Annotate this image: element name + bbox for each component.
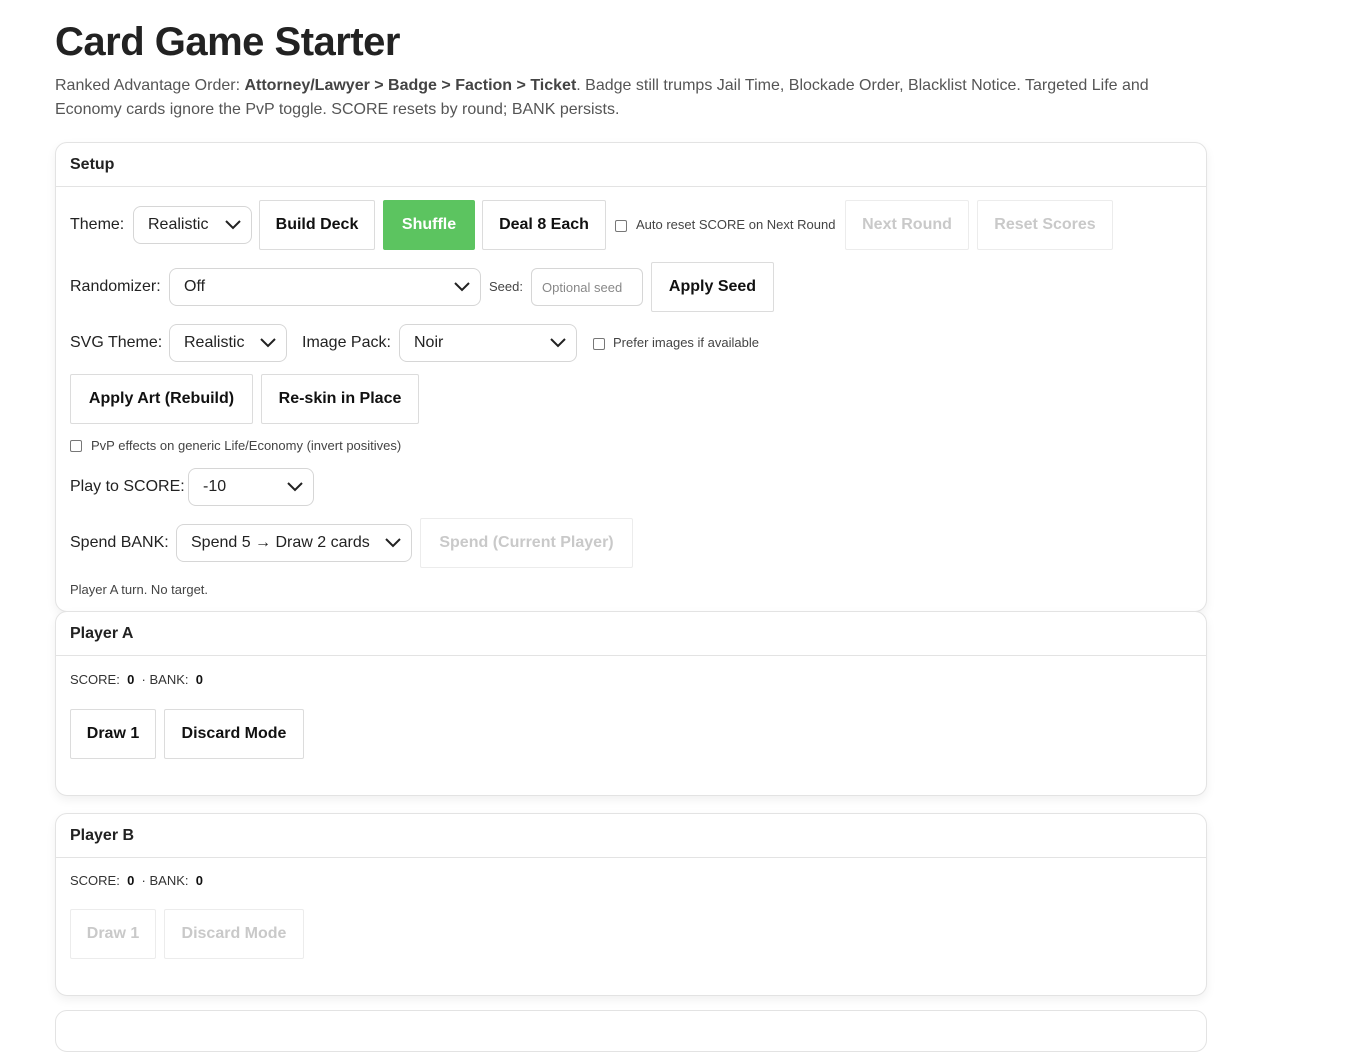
randomizer-label: Randomizer: — [70, 278, 161, 295]
image-pack-label: Image Pack: — [302, 334, 391, 351]
player-b-panel: Player B SCORE: 0 · BANK: 0 Draw 1 Disca… — [55, 813, 1207, 996]
bank-value: 0 — [195, 672, 203, 687]
build-deck-button[interactable]: Build Deck — [259, 200, 375, 250]
intro-prefix: Ranked Advantage Order: — [55, 77, 245, 94]
play-to-select-value: -10 — [203, 478, 227, 495]
setup-panel: Setup Theme: Realistic Build Deck Shuffl… — [55, 142, 1207, 612]
next-round-button[interactable]: Next Round — [845, 200, 969, 250]
player-a-panel: Player A SCORE: 0 · BANK: 0 Draw 1 Disca… — [55, 611, 1207, 796]
reskin-button[interactable]: Re-skin in Place — [261, 374, 419, 424]
spend-bank-select[interactable]: Spend 5 → Draw 2 cards — [176, 524, 412, 562]
svg-theme-label: SVG Theme: — [70, 334, 163, 351]
player-a-discard-button[interactable]: Discard Mode — [164, 709, 304, 759]
seed-input[interactable]: Optional seed — [531, 268, 643, 306]
player-a-draw-button[interactable]: Draw 1 — [70, 709, 156, 759]
randomizer-select[interactable]: Off — [169, 268, 481, 306]
chevron-down-icon — [225, 220, 241, 230]
chevron-down-icon — [454, 282, 470, 292]
spend-bank-select-value: Spend 5 → Draw 2 cards — [191, 534, 370, 551]
spend-bank-label: Spend BANK: — [70, 534, 169, 551]
chevron-down-icon — [385, 538, 401, 548]
apply-art-button[interactable]: Apply Art (Rebuild) — [70, 374, 253, 424]
pvp-label: PvP effects on generic Life/Economy (inv… — [91, 438, 402, 453]
svg-theme-select-value: Realistic — [184, 334, 245, 351]
player-b-heading: Player B — [56, 814, 1206, 858]
bank-label: · BANK: — [141, 873, 189, 888]
spend-current-button[interactable]: Spend (Current Player) — [420, 518, 633, 568]
score-label: SCORE: — [70, 672, 120, 687]
player-a-heading: Player A — [56, 612, 1206, 656]
chevron-down-icon — [550, 338, 566, 348]
deal-button[interactable]: Deal 8 Each — [482, 200, 606, 250]
next-panel-edge — [55, 1010, 1207, 1052]
score-value: 0 — [127, 672, 135, 687]
shuffle-button[interactable]: Shuffle — [383, 200, 475, 250]
svg-theme-select[interactable]: Realistic — [169, 324, 287, 362]
prefer-images-label: Prefer images if available — [613, 335, 759, 350]
player-a-stats: SCORE: 0 · BANK: 0 — [70, 672, 203, 687]
play-to-select[interactable]: -10 — [188, 468, 314, 506]
auto-reset-label: Auto reset SCORE on Next Round — [636, 217, 836, 232]
page-title: Card Game Starter — [55, 20, 400, 64]
apply-seed-button[interactable]: Apply Seed — [651, 262, 774, 312]
theme-select[interactable]: Realistic — [133, 206, 252, 244]
bank-value: 0 — [195, 873, 203, 888]
score-label: SCORE: — [70, 873, 120, 888]
player-b-discard-button[interactable]: Discard Mode — [164, 909, 304, 959]
reset-scores-button[interactable]: Reset Scores — [977, 200, 1113, 250]
seed-label: Seed: — [489, 279, 523, 294]
chevron-down-icon — [260, 338, 276, 348]
randomizer-select-value: Off — [184, 278, 206, 295]
turn-status: Player A turn. No target. — [70, 582, 209, 597]
prefer-images-checkbox[interactable] — [593, 338, 605, 350]
advantage-order: Attorney/Lawyer > Badge > Faction > Tick… — [244, 77, 577, 94]
player-b-stats: SCORE: 0 · BANK: 0 — [70, 873, 203, 888]
bank-label: · BANK: — [141, 672, 189, 687]
auto-reset-checkbox[interactable] — [615, 220, 627, 232]
theme-label: Theme: — [70, 216, 125, 233]
intro-text: Ranked Advantage Order: Attorney/Lawyer … — [55, 74, 1185, 122]
play-to-label: Play to SCORE: — [70, 478, 185, 495]
pvp-checkbox[interactable] — [70, 440, 82, 452]
image-pack-select-value: Noir — [414, 334, 444, 351]
player-b-draw-button[interactable]: Draw 1 — [70, 909, 156, 959]
score-value: 0 — [127, 873, 135, 888]
chevron-down-icon — [287, 482, 303, 492]
setup-heading: Setup — [56, 143, 1206, 187]
seed-placeholder: Optional seed — [542, 279, 623, 295]
theme-select-value: Realistic — [148, 216, 209, 233]
image-pack-select[interactable]: Noir — [399, 324, 577, 362]
